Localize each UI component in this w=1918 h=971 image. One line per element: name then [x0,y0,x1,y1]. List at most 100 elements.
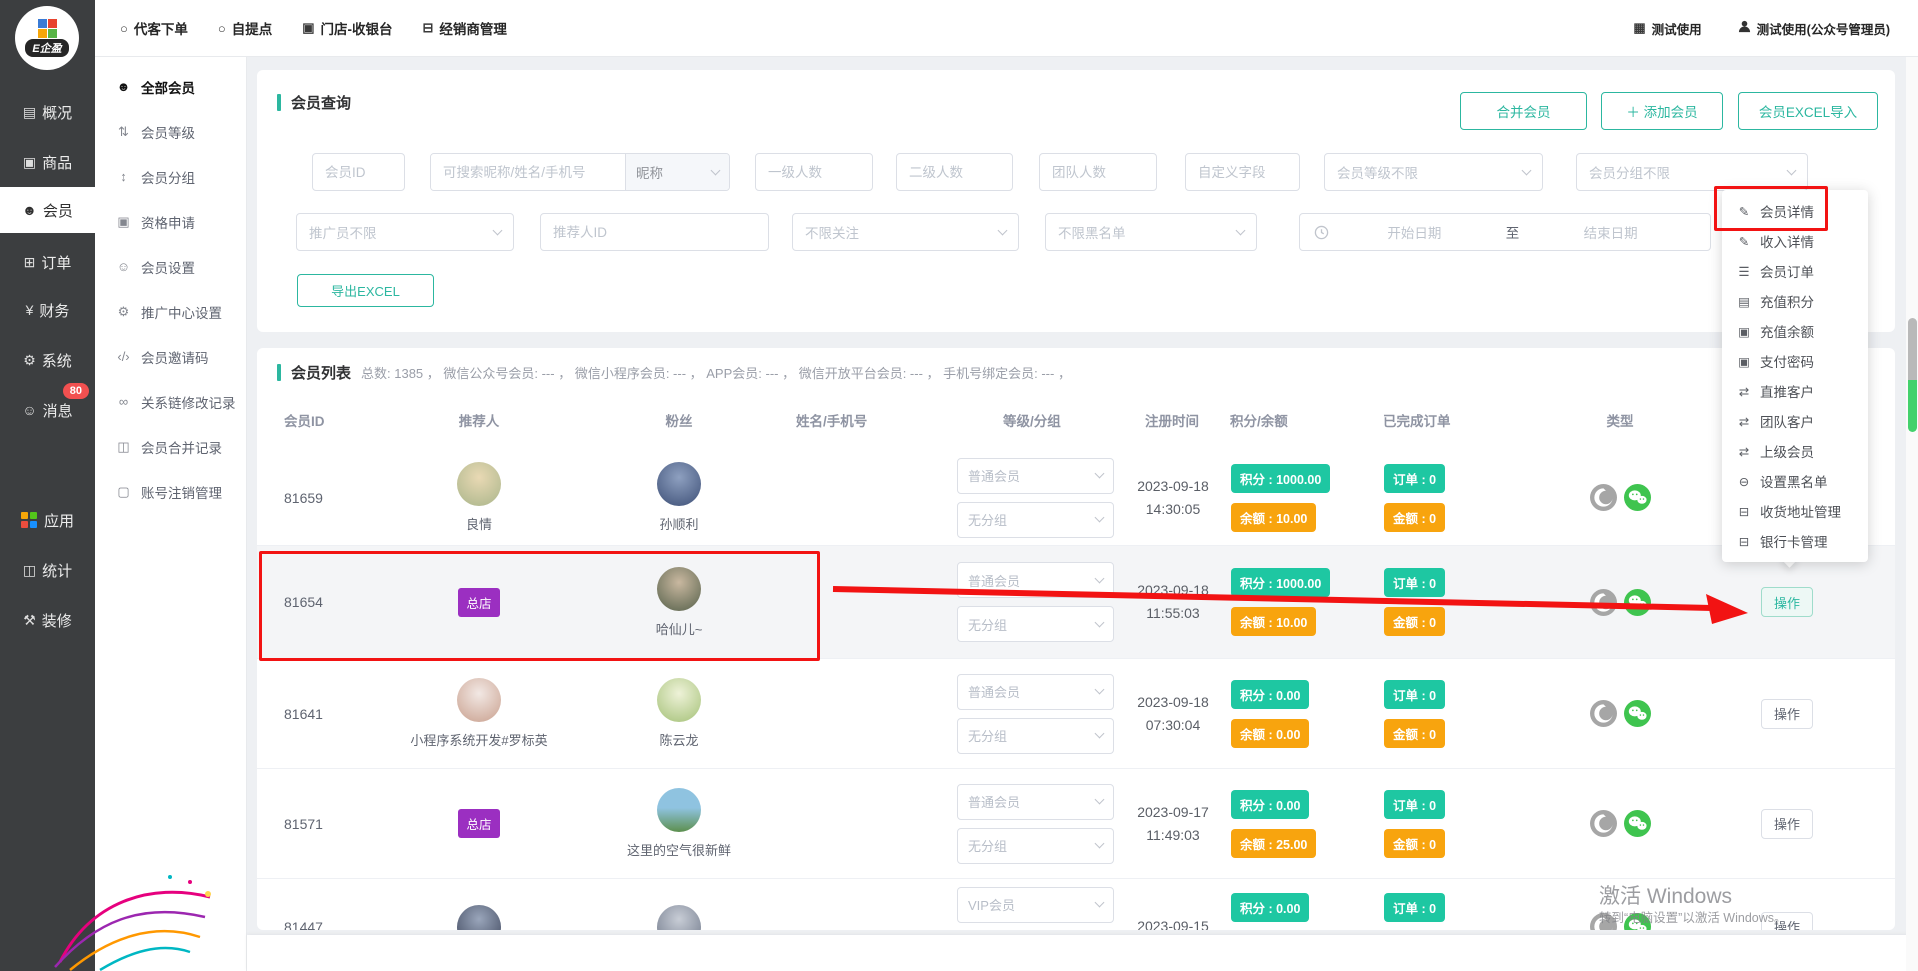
scrollbar-thumb[interactable] [1908,318,1917,380]
blacklist-filter-select[interactable]: 不限黑名单 [1045,213,1257,251]
workspace-switcher[interactable]: ▦测试使用 [1633,19,1701,38]
chevron-down-icon [711,165,721,175]
points-badge: 积分 : 1000.00 [1231,464,1330,493]
sidebar-label: 统计 [42,560,72,581]
nav-item-pickup-point[interactable]: ○自提点 [218,18,272,38]
windows-activation-watermark-sub: 转到“电脑设置”以激活 Windows。 [1599,907,1787,926]
export-excel-button[interactable]: 导出EXCEL [297,274,434,307]
cashier-icon: ▣ [302,20,314,36]
submenu-promotion-center[interactable]: ⚙推广中心设置 [95,289,246,334]
table-row[interactable]: 81659 良情 孙顺利 普通会员 无分组 2023-09-1814:30:05… [257,450,1895,545]
row-action-button-active[interactable]: 操作 [1761,587,1813,617]
row-level-select[interactable]: VIP会员 [957,887,1114,923]
submenu-all-members[interactable]: ☻全部会员 [95,64,246,109]
row-group-select[interactable]: 无分组 [957,606,1114,642]
menu-label: 充值余额 [1760,321,1814,341]
follow-filter-select[interactable]: 不限关注 [792,213,1019,251]
row-group-select[interactable]: 无分组 [957,828,1114,864]
nav-label: 代客下单 [134,18,188,38]
balance-badge: 余额 : 0.00 [1231,719,1309,748]
nav-item-proxy-order[interactable]: ○代客下单 [120,18,188,38]
member-level-select[interactable]: 会员等级不限 [1324,153,1543,191]
submenu-relation-log[interactable]: ∞关系链修改记录 [95,379,246,424]
member-icon: ☻ [22,202,37,218]
submenu-invite-code[interactable]: ‹/›会员邀请码 [95,334,246,379]
submenu-label: 账号注销管理 [141,482,222,502]
menu-pay-password[interactable]: ▣支付密码 [1722,346,1868,376]
keyword-input[interactable] [431,154,625,190]
overview-icon: ▤ [23,104,36,121]
sidebar-item-decoration[interactable]: ⚒装修 [0,597,95,643]
nav-item-store-cashier[interactable]: ▣门店-收银台 [302,18,392,38]
balance-badge: 余额 : 10.00 [1231,503,1316,532]
submenu-member-levels[interactable]: ⇅会员等级 [95,109,246,154]
row-group-select[interactable]: 无分组 [957,502,1114,538]
user-menu[interactable]: 测试使用(公众号管理员) [1738,19,1890,38]
chevron-down-icon [1095,839,1105,849]
merge-members-button[interactable]: 合并会员 [1460,92,1587,130]
sidebar-item-system[interactable]: ⚙系统 [0,337,95,383]
keyword-type-select[interactable]: 昵称 [625,154,729,190]
member-id-input[interactable] [312,153,405,191]
chevron-down-icon [1095,469,1105,479]
swap-icon: ⇄ [1736,444,1752,459]
scrollbar-track[interactable] [1906,57,1918,971]
submenu-label: 资格申请 [141,212,195,232]
row-action-button[interactable]: 操作 [1761,699,1813,729]
submenu-merge-log[interactable]: ◫会员合并记录 [95,424,246,469]
custom-field-input[interactable] [1185,153,1300,191]
submenu-member-settings[interactable]: ☺会员设置 [95,244,246,289]
promoter-select[interactable]: 推广员不限 [296,213,514,251]
col-header-type: 类型 [1575,410,1665,430]
list-title: 会员列表 总数: 1385 ， 微信公众号会员: --- ， 微信小程序会员: … [277,362,1071,383]
row-level-select[interactable]: 普通会员 [957,458,1114,494]
menu-upline-member[interactable]: ⇄上级会员 [1722,436,1868,466]
referrer-avatar [457,678,501,722]
table-row[interactable]: 81571 总店 这里的空气很新鲜 普通会员 无分组 2023-09-1711:… [257,768,1895,878]
menu-direct-customers[interactable]: ⇄直推客户 [1722,376,1868,406]
sidebar-label: 应用 [44,510,74,531]
row-action-button[interactable]: 操作 [1761,809,1813,839]
sort-alpha-icon: ↕ [115,169,132,184]
sidebar-label: 商品 [42,152,72,173]
menu-set-blacklist[interactable]: ⊖设置黑名单 [1722,466,1868,496]
sidebar-item-members[interactable]: ☻会员 [0,187,95,233]
level2-count-input[interactable] [896,153,1013,191]
sidebar-item-messages[interactable]: ☺消息80 [0,387,95,433]
menu-team-customers[interactable]: ⇄团队客户 [1722,406,1868,436]
wechat-icon [1624,484,1651,511]
team-count-input[interactable] [1039,153,1157,191]
money-icon: ▣ [1736,354,1752,369]
row-level-select[interactable]: 普通会员 [957,674,1114,710]
sidebar-item-products[interactable]: ▣商品 [0,139,95,185]
submenu-qualification[interactable]: ▣资格申请 [95,199,246,244]
menu-member-orders[interactable]: ☰会员订单 [1722,256,1868,286]
submenu-account-cancel[interactable]: ▢账号注销管理 [95,469,246,514]
row-group-select[interactable]: 无分组 [957,718,1114,754]
member-id: 81659 [284,490,323,506]
referrer-id-input[interactable] [540,213,769,251]
sidebar-item-statistics[interactable]: ◫统计 [0,547,95,593]
menu-address-management[interactable]: ⊟收货地址管理 [1722,496,1868,526]
row-level-select[interactable]: 普通会员 [957,562,1114,598]
green-bar-icon [277,364,281,381]
menu-bankcard-management[interactable]: ⊟银行卡管理 [1722,526,1868,556]
keyword-type-value: 昵称 [636,162,663,182]
sidebar-item-overview[interactable]: ▤概况 [0,89,95,135]
add-member-button[interactable]: ＋ 添加会员 [1601,92,1723,130]
nav-item-distributor[interactable]: ⊟经销商管理 [423,18,507,38]
sidebar-item-orders[interactable]: ⊞订单 [0,239,95,285]
sidebar-item-finance[interactable]: ¥财务 [0,287,95,333]
menu-recharge-points[interactable]: ▤充值积分 [1722,286,1868,316]
sidebar-item-apps[interactable]: 应用 [0,497,95,543]
submenu-member-groups[interactable]: ↕会员分组 [95,154,246,199]
user-icon [1738,20,1751,36]
register-date-range-picker[interactable]: 开始日期 至 结束日期 [1299,213,1711,251]
row-level-select[interactable]: 普通会员 [957,784,1114,820]
level1-count-input[interactable] [755,153,873,191]
excel-import-button[interactable]: 会员EXCEL导入 [1738,92,1878,130]
menu-recharge-balance[interactable]: ▣充值余额 [1722,316,1868,346]
referrer-avatar [457,905,501,931]
table-row[interactable]: 81641 小程序系统开发#罗标英 陈云龙 普通会员 无分组 2023-09-1… [257,658,1895,768]
clock-icon [1314,225,1329,240]
